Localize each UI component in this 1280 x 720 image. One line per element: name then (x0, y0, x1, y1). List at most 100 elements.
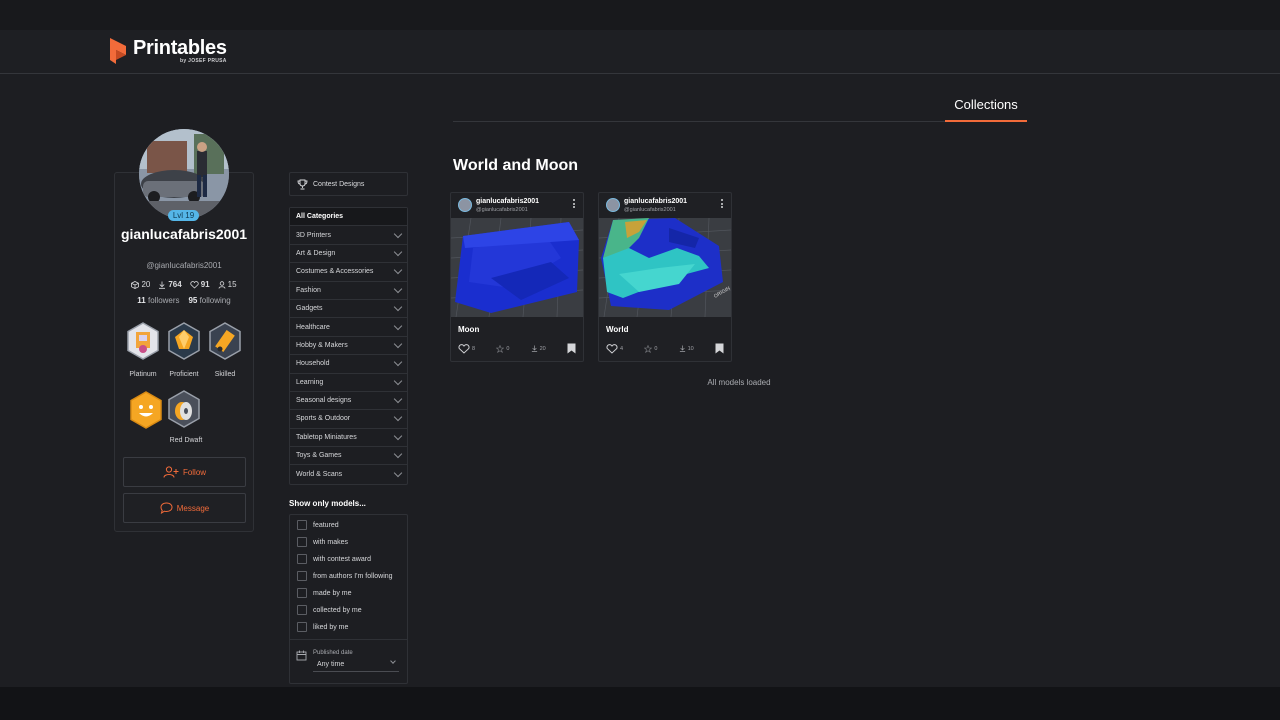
filament-spool-badge-icon[interactable] (167, 390, 201, 428)
chevron-down-icon (393, 468, 403, 478)
kebab-menu-icon[interactable] (573, 199, 576, 208)
avatar (139, 129, 229, 219)
chevron-down-icon (393, 266, 403, 275)
star-face-badge-icon[interactable] (129, 391, 163, 429)
model-card-world[interactable]: gianlucafabris2001 @gianlucafabris2001 O… (598, 192, 732, 362)
filter-with-makes[interactable]: with makes (297, 537, 348, 547)
stat-likes: 91 (190, 280, 210, 289)
stat-followers: 15 (218, 280, 237, 289)
bookmark-icon[interactable] (567, 343, 576, 354)
card-title[interactable]: World (606, 325, 629, 334)
category-item-gadgets[interactable]: Gadgets (290, 300, 407, 319)
category-item-household[interactable]: Household (290, 355, 407, 374)
logo-title: Printables (133, 37, 227, 59)
card-username[interactable]: gianlucafabris2001 (624, 198, 687, 205)
download-icon (679, 345, 685, 352)
category-item-learning[interactable]: Learning (290, 374, 407, 392)
checkbox[interactable] (297, 520, 307, 530)
download-icon (531, 345, 537, 352)
filter-made-by-me[interactable]: made by me (297, 588, 352, 598)
category-item-hobby[interactable]: Hobby & Makers (290, 337, 407, 356)
published-date-select[interactable]: Any time (313, 658, 399, 672)
category-item-world-scans[interactable]: World & Scans (290, 465, 407, 483)
download-icon (159, 281, 166, 289)
profile-handle: @gianlucafabris2001 (146, 261, 222, 270)
pencil-badge-icon[interactable] (208, 322, 242, 360)
published-date-filter: Published date Any time (290, 639, 407, 683)
card-likes[interactable]: 4 (606, 343, 623, 354)
printer-badge-icon[interactable] (126, 322, 160, 360)
printables-logo[interactable]: Printables by JOSEF PRUSA (108, 38, 227, 64)
model-card-moon[interactable]: gianlucafabris2001 @gianlucafabris2001 M… (450, 192, 584, 362)
trophy-icon (297, 179, 308, 189)
checkbox[interactable] (297, 622, 307, 632)
stat-downloads: 764 (158, 280, 182, 289)
star-icon (496, 344, 505, 353)
checkbox[interactable] (297, 537, 307, 547)
filter-liked-by-me[interactable]: liked by me (297, 622, 348, 632)
category-item-sports[interactable]: Sports & Outdoor (290, 410, 407, 429)
logo-subtitle: by JOSEF PRUSA (179, 58, 227, 64)
printables-logo-icon (108, 38, 128, 64)
chevron-down-icon (393, 247, 403, 257)
chevron-down-icon (393, 394, 403, 404)
card-username[interactable]: gianlucafabris2001 (476, 198, 539, 205)
heart-icon (458, 343, 470, 354)
level-badge: Lvl 19 (168, 210, 199, 221)
filter-collected-by-me[interactable]: collected by me (297, 605, 362, 615)
chevron-down-icon (393, 229, 403, 238)
category-item-healthcare[interactable]: Healthcare (290, 318, 407, 337)
profile-username: gianlucafabris2001 (120, 226, 248, 242)
card-title[interactable]: Moon (458, 325, 479, 334)
add-user-icon (163, 466, 179, 478)
card-rating: 0 (496, 344, 509, 353)
followers-count: 11 (137, 296, 146, 305)
published-date-label: Published date (313, 650, 353, 656)
category-item-costumes[interactable]: Costumes & Accessories (290, 263, 407, 282)
chevron-down-icon (393, 284, 403, 293)
message-button[interactable]: Message (123, 493, 246, 523)
chevron-down-icon (393, 339, 403, 349)
checkbox[interactable] (297, 554, 307, 564)
follow-button[interactable]: Follow (123, 457, 246, 487)
card-avatar[interactable] (606, 198, 620, 212)
category-item-fashion[interactable]: Fashion (290, 282, 407, 300)
checkbox[interactable] (297, 571, 307, 581)
checkbox[interactable] (297, 588, 307, 598)
following-label: following (199, 296, 231, 305)
category-item-tabletop[interactable]: Tabletop Miniatures (290, 429, 407, 448)
tab-collections[interactable]: Collections (945, 96, 1027, 122)
gem-badge-icon[interactable] (167, 322, 201, 360)
model-thumbnail[interactable]: ORIGIN (599, 218, 731, 317)
chat-bubble-icon (160, 502, 173, 514)
calendar-icon (296, 650, 307, 661)
category-item-art-design[interactable]: Art & Design (290, 245, 407, 264)
profile-stats: 20 764 91 15 (116, 280, 252, 289)
contest-designs-link[interactable]: Contest Designs (289, 172, 408, 196)
filter-authors-following[interactable]: from authors I'm following (297, 571, 393, 581)
all-models-loaded-text: All models loaded (707, 378, 771, 387)
category-item-seasonal[interactable]: Seasonal designs (290, 392, 407, 411)
filter-contest-award[interactable]: with contest award (297, 554, 371, 564)
card-downloads: 10 (679, 345, 694, 352)
star-icon (644, 344, 653, 353)
filter-featured[interactable]: featured (297, 520, 339, 530)
badge-label-skilled: Skilled (214, 371, 236, 378)
category-item-3d-printers[interactable]: 3D Printers (290, 226, 407, 245)
category-item-all[interactable]: All Categories (290, 208, 407, 227)
card-footer: 4 0 10 (606, 343, 724, 354)
card-header: gianlucafabris2001 @gianlucafabris2001 (599, 193, 731, 217)
heart-icon (606, 343, 618, 354)
kebab-menu-icon[interactable] (721, 199, 724, 208)
follow-counts[interactable]: 11 followers 95 following (116, 296, 252, 305)
card-rating: 0 (644, 344, 657, 353)
chevron-down-icon (393, 358, 403, 367)
stat-models: 20 (131, 280, 150, 289)
card-avatar[interactable] (458, 198, 472, 212)
tabs-divider (453, 121, 1027, 122)
bookmark-icon[interactable] (715, 343, 724, 354)
checkbox[interactable] (297, 605, 307, 615)
model-thumbnail[interactable] (451, 218, 583, 317)
category-item-toys[interactable]: Toys & Games (290, 447, 407, 466)
card-likes[interactable]: 8 (458, 343, 475, 354)
